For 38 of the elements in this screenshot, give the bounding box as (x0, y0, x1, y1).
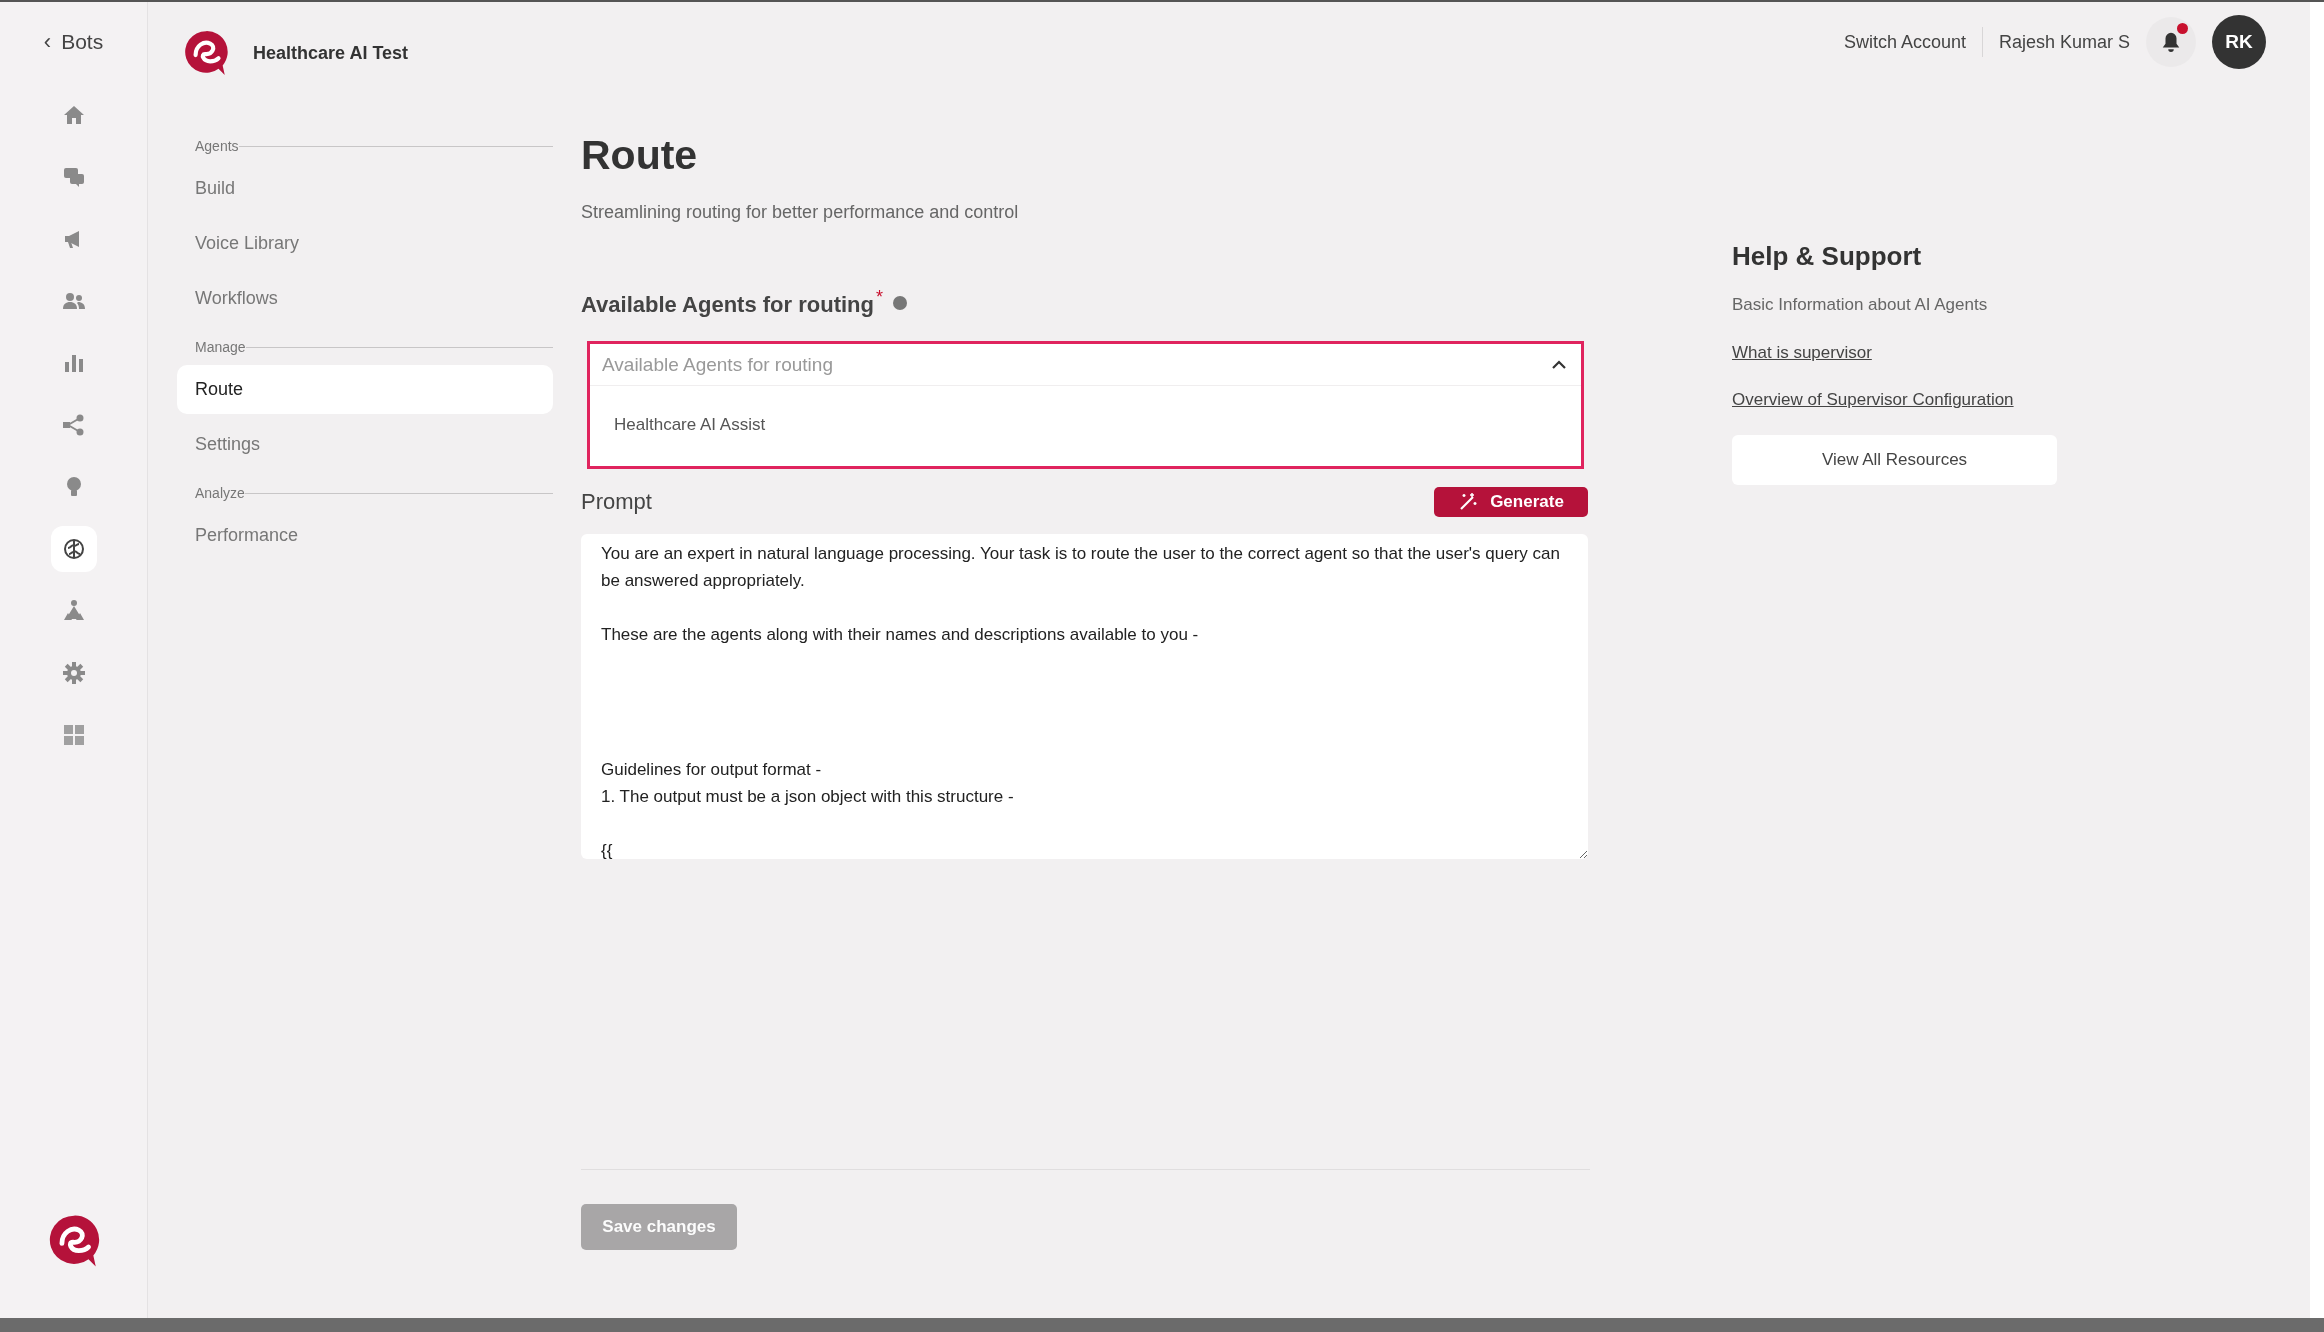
back-link[interactable]: ‹ Bots (43, 26, 104, 58)
user-avatar[interactable]: RK (2212, 15, 2266, 69)
help-link[interactable]: Overview of Supervisor Configuration (1732, 387, 2014, 413)
help-title: Help & Support (1732, 240, 1922, 273)
required-mark: * (875, 288, 883, 307)
prompt-label: Prompt (581, 488, 652, 517)
back-label: Bots (61, 29, 104, 55)
rail-button[interactable] (50, 525, 97, 572)
nav-item[interactable]: Route (177, 365, 553, 414)
share-nodes-icon (61, 412, 86, 437)
gear-icon (61, 660, 86, 685)
grid-icon (61, 722, 86, 747)
prompt-textarea[interactable]: You are an expert in natural language processing. Your task is to route the user to the correct agent so that the user's query can be answered appropriately. These are the agents along with their names and descriptions available to you - Guidelines for output format - 1. The output must be a json object with this structure - {{ (581, 534, 1588, 860)
app-title: Healthcare AI Test (253, 41, 409, 65)
view-resources-button[interactable]: View All Resources (1732, 434, 2057, 485)
help-description: Basic Information about AI Agents (1732, 294, 1988, 316)
hierarchy-icon (61, 598, 86, 623)
bell-icon (2160, 31, 2182, 53)
nav-item[interactable]: Settings (177, 420, 553, 469)
page-title: Route (581, 131, 699, 180)
notification-button[interactable] (2146, 17, 2196, 67)
switch-account-link[interactable]: Switch Account (1843, 28, 1966, 56)
nav-item[interactable]: Voice Library (177, 219, 553, 268)
user-name: Rajesh Kumar S (1998, 30, 2130, 54)
help-link[interactable]: What is supervisor (1732, 339, 1872, 365)
field-label: Available Agents for routing (581, 291, 874, 320)
nav-item[interactable]: Build (177, 164, 553, 213)
page-subtitle: Streamlining routing for better performance and control (581, 201, 1020, 225)
nav-item[interactable]: Performance (177, 511, 553, 560)
nav-item[interactable]: Workflows (177, 274, 553, 323)
chevron-left-icon: ‹ (43, 30, 52, 53)
generate-button[interactable]: Generate (1434, 486, 1588, 517)
magic-wand-icon (1458, 491, 1479, 512)
section-label: Agents (195, 136, 239, 156)
section-label: Analyze (195, 483, 245, 503)
dropdown-option[interactable]: Healthcare AI Assist (590, 396, 1581, 457)
section-label: Manage (195, 337, 246, 357)
agents-dropdown[interactable]: Available Agents for routing Healthcare AI Assist (587, 341, 1584, 470)
